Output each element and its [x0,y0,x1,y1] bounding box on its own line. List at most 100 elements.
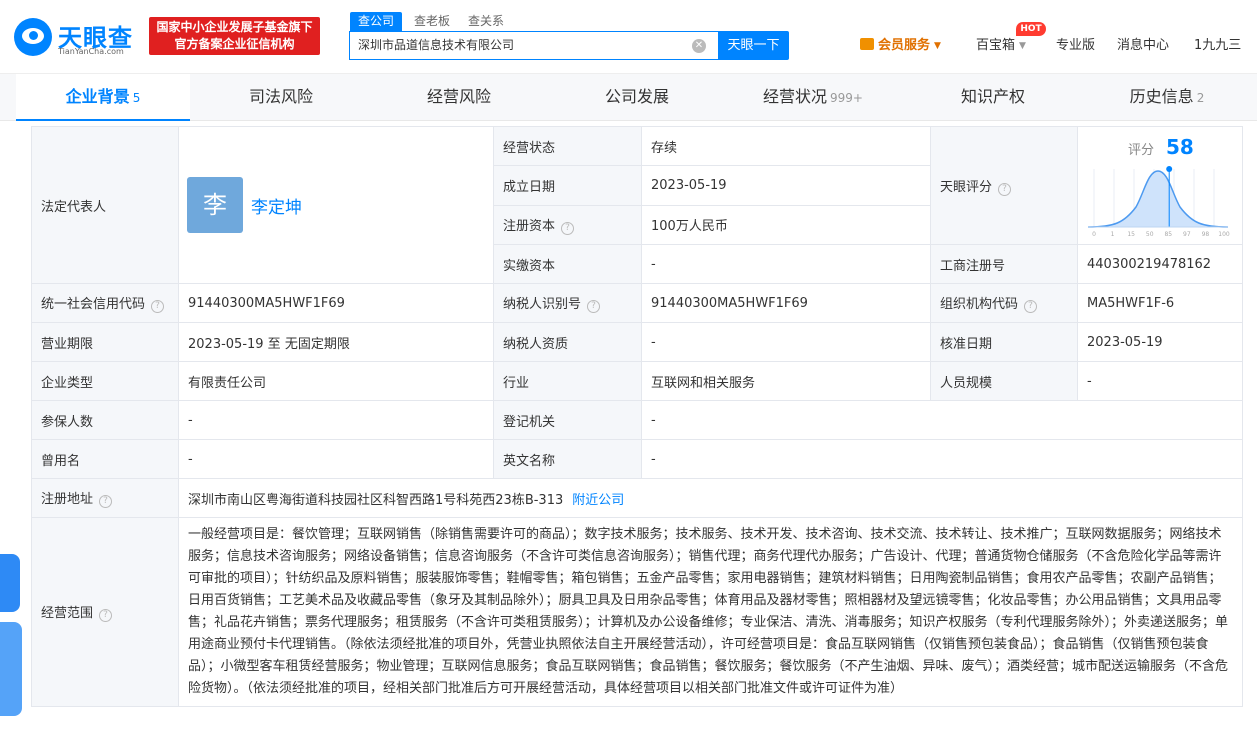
help-icon[interactable]: ? [151,300,165,313]
industry-value: 互联网和相关服务 [641,361,931,401]
term-label: 营业期限 [31,322,179,362]
official-banner: 国家中小企业发展子基金旗下 官方备案企业征信机构 [149,17,320,55]
vip-label: 会员服务 [878,38,931,53]
insured-value: - [178,400,494,440]
capital-label: 注册资本 [503,218,556,234]
score-distribution-chart: 0 1 15 50 85 97 98 100 [1087,166,1230,238]
search-input-value: 深圳市品道信息技术有限公司 [358,38,515,52]
top-header: 天眼查 TianYanCha.com 国家中小企业发展子基金旗下 官方备案企业征… [0,0,1257,74]
message-center-link[interactable]: 消息中心 [1117,37,1169,55]
score-value: 58 [1166,135,1194,159]
pro-version-link[interactable]: 专业版 [1056,37,1095,55]
tab-label: 司法风险 [248,87,313,106]
chevron-down-icon: ▼ [934,41,941,51]
tab-label: 历史信息 [1129,87,1194,106]
scope-label: 经营范围 [41,606,94,621]
tab-label: 知识产权 [960,87,1025,106]
tab-judicial-risk[interactable]: 司法风险 [194,74,368,121]
capital-value: 100万人民币 [641,204,931,246]
address-cell: 深圳市南山区粤海街道科技园社区科智西路1号科苑西23栋B-313 附近公司 [178,478,1243,518]
authority-value: - [641,400,1243,440]
help-icon[interactable]: ? [1024,300,1038,313]
avatar[interactable]: 李 [187,177,243,233]
score-tick-label: 50 [1146,231,1154,238]
score-curve-fill [1088,171,1228,227]
credit-code-label-cell: 统一社会信用代码? [31,283,179,323]
term-value: 2023-05-19 至 无固定期限 [178,322,494,362]
legal-rep-name-link[interactable]: 李定坤 [251,193,302,218]
english-name-value: - [641,439,1243,479]
approval-date-value: 2023-05-19 [1077,322,1243,362]
insured-label: 参保人数 [31,400,179,440]
help-icon[interactable]: ? [998,182,1012,196]
tab-intellectual-property[interactable]: 知识产权 [906,74,1080,121]
founded-label: 成立日期 [493,165,642,206]
tab-history[interactable]: 历史信息 2 [1080,74,1254,121]
paid-capital-label: 实缴资本 [493,244,642,284]
org-code-value: MA5HWF1F-6 [1077,283,1243,323]
reg-no-value: 440300219478162 [1077,244,1243,284]
score-cell[interactable]: 评分 58 0 1 15 50 85 97 98 100 [1077,126,1243,245]
score-tick-label: 85 [1164,231,1172,238]
tab-label: 经营风险 [426,87,491,106]
help-icon[interactable]: ? [561,221,575,235]
staff-label: 人员规模 [930,361,1078,401]
crown-icon [860,38,874,50]
score-tick-label: 100 [1218,231,1230,238]
tab-operating-risk[interactable]: 经营风险 [372,74,546,121]
tianyancha-logo[interactable]: 天眼查 TianYanCha.com [14,16,144,60]
tab-count: 999+ [830,91,863,105]
tab-company-development[interactable]: 公司发展 [550,74,724,121]
help-icon[interactable]: ? [587,300,601,313]
company-info-table: 法定代表人 李 李定坤 经营状态 存续 天眼评分? 评分 58 0 1 15 5… [31,125,1243,707]
former-name-label: 曾用名 [31,439,179,479]
score-axis-ticks: 0 1 15 50 85 97 98 100 [1092,231,1230,238]
score-row-label: 天眼评分 [940,179,993,195]
tab-enterprise-background[interactable]: 企业背景 5 [16,74,190,121]
taxpayer-id-value: 91440300MA5HWF1F69 [641,283,931,323]
search-button[interactable]: 天眼一下 [718,31,789,60]
type-value: 有限责任公司 [178,361,494,401]
score-title: 评分 [1128,143,1155,158]
search-input[interactable]: 深圳市品道信息技术有限公司 ✕ [349,31,718,60]
chevron-down-icon: ▼ [1019,41,1026,51]
floating-side-button[interactable] [0,554,20,612]
search-tab-relation[interactable]: 查关系 [468,12,504,31]
floating-app-button[interactable] [0,622,22,716]
address-value: 深圳市南山区粤海街道科技园社区科智西路1号科苑西23栋B-313 [188,492,564,508]
scope-value: 一般经营项目是：餐饮管理；互联网销售（除销售需要许可的商品）；数字技术服务；技术… [178,517,1243,707]
tab-operating-status[interactable]: 经营状况 999+ [726,74,900,121]
eye-logo-icon [14,18,52,56]
staff-value: - [1077,361,1243,401]
org-code-label-cell: 组织机构代码? [930,283,1078,323]
address-label-cell: 注册地址? [31,478,179,518]
logo-subtitle: TianYanCha.com [58,47,124,56]
status-label: 经营状态 [493,125,642,167]
score-tick-label: 97 [1183,231,1191,238]
credit-code-value: 91440300MA5HWF1F69 [178,283,494,323]
score-tick-label: 98 [1202,231,1210,238]
clear-icon[interactable]: ✕ [692,39,706,53]
org-code-label: 组织机构代码 [940,297,1019,312]
legal-rep-cell: 李 李定坤 [178,126,494,284]
capital-label-cell: 注册资本? [493,204,642,246]
search-tab-boss[interactable]: 查老板 [414,12,450,31]
search-tab-company[interactable]: 查公司 [350,12,403,31]
help-icon[interactable]: ? [99,495,113,508]
help-icon[interactable]: ? [99,609,113,622]
toolbox-label: 百宝箱 [976,38,1016,53]
tab-count: 5 [132,91,141,105]
scope-label-cell: 经营范围? [31,517,179,707]
score-tick-label: 15 [1127,231,1135,238]
score-tick-label: 0 [1092,231,1096,238]
tab-label: 经营状况 [763,87,828,106]
taxpayer-qual-value: - [641,322,931,362]
nearby-companies-link[interactable]: 附近公司 [572,493,624,508]
vip-service-menu[interactable]: 会员服务 ▼ [860,37,941,55]
taxpayer-id-label-cell: 纳税人识别号? [493,283,642,323]
user-menu[interactable]: 1九九三 [1194,37,1241,55]
credit-code-label: 统一社会信用代码 [41,297,146,312]
score-marker-dot [1166,166,1173,172]
toolbox-menu[interactable]: 百宝箱 ▼ [976,37,1026,55]
taxpayer-id-label: 纳税人识别号 [503,297,582,312]
